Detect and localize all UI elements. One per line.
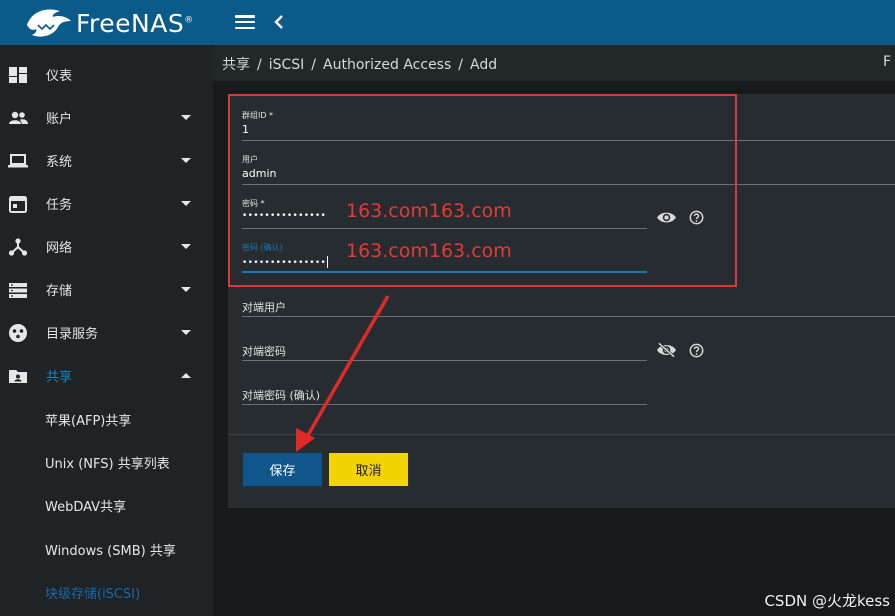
sidebar-subitem-afp[interactable]: 苹果(AFP)共享 <box>0 398 213 441</box>
shark-logo-icon <box>27 9 71 37</box>
sidebar-subitem-nfs[interactable]: Unix (NFS) 共享列表 <box>0 441 213 484</box>
sidebar-subitem-smb[interactable]: Windows (SMB) 共享 <box>0 528 213 571</box>
sidebar-subitem-webdav[interactable]: WebDAV共享 <box>0 484 213 527</box>
annotation-text-secret: 163.com163.com <box>346 200 512 222</box>
share-folder-icon <box>9 369 27 383</box>
peer-user-underline <box>242 316 895 317</box>
network-icon <box>8 237 28 256</box>
sidebar-item-sharing[interactable]: 共享 <box>0 354 213 397</box>
breadcrumb-item-add: Add <box>469 57 498 73</box>
chevron-down-icon <box>181 330 191 335</box>
top-bar: FreeNAS® <box>0 0 895 45</box>
peer-user-field[interactable]: 对端用户 <box>242 299 895 319</box>
hamburger-menu-icon[interactable] <box>235 15 255 30</box>
chevron-down-icon <box>181 115 191 120</box>
peer-secret-label: 对端密码 <box>242 345 286 358</box>
peer-user-label: 对端用户 <box>242 301 286 314</box>
calendar-icon <box>9 195 27 213</box>
chevron-down-icon <box>181 201 191 206</box>
hide-password-eye-off-icon[interactable] <box>656 342 677 358</box>
peer-secret-underline <box>242 360 647 361</box>
chevron-up-icon <box>181 373 191 378</box>
breadcrumb-item-iscsi[interactable]: iSCSI <box>269 57 305 73</box>
peer-secret-field[interactable]: 对端密码 <box>242 343 647 363</box>
peer-secret-confirm-underline <box>242 404 647 405</box>
storage-icon <box>9 282 27 298</box>
chevron-down-icon <box>181 158 191 163</box>
watermark: CSDN @火龙kess <box>764 592 890 610</box>
breadcrumb-item-sharing[interactable]: 共享 <box>222 57 250 73</box>
sidebar: 仪表 账户 系统 任务 网络 存储 目录服务 共享 苹果(AFP)共享 Unix <box>0 45 213 616</box>
sidebar-subitem-iscsi[interactable]: 块级存储(iSCSI) <box>0 571 213 614</box>
sidebar-item-tasks[interactable]: 任务 <box>0 182 213 225</box>
chevron-left-icon[interactable] <box>271 12 287 32</box>
sidebar-item-system[interactable]: 系统 <box>0 139 213 182</box>
people-icon <box>9 111 28 124</box>
chevron-down-icon <box>181 287 191 292</box>
form-divider <box>228 434 895 435</box>
sidebar-item-dashboard[interactable]: 仪表 <box>0 53 213 96</box>
laptop-icon <box>8 153 28 167</box>
directory-icon <box>9 323 27 342</box>
peer-secret-help-icon[interactable] <box>689 343 704 358</box>
breadcrumb: 共享 / iSCSI / Authorized Access / Add <box>222 57 498 73</box>
chevron-down-icon <box>181 244 191 249</box>
peer-secret-confirm-label: 对端密码 (确认) <box>242 389 321 402</box>
peer-secret-confirm-field[interactable]: 对端密码 (确认) <box>242 387 647 407</box>
save-button[interactable]: 保存 <box>243 453 322 486</box>
breadcrumb-right-text: F <box>882 54 891 70</box>
cancel-button[interactable]: 取消 <box>329 453 408 486</box>
annotation-text-secret-confirm: 163.com163.com <box>346 240 512 262</box>
sidebar-item-accounts[interactable]: 账户 <box>0 96 213 139</box>
dashboard-icon <box>9 66 27 83</box>
breadcrumb-item-authorized-access[interactable]: Authorized Access <box>323 57 451 73</box>
logo-text: FreeNAS® <box>76 8 194 38</box>
freenas-logo[interactable]: FreeNAS® <box>24 4 214 42</box>
sidebar-item-storage[interactable]: 存储 <box>0 268 213 311</box>
sidebar-item-directory-services[interactable]: 目录服务 <box>0 311 213 354</box>
sidebar-item-network[interactable]: 网络 <box>0 225 213 268</box>
breadcrumb-bar: 共享 / iSCSI / Authorized Access / Add F <box>213 45 895 81</box>
